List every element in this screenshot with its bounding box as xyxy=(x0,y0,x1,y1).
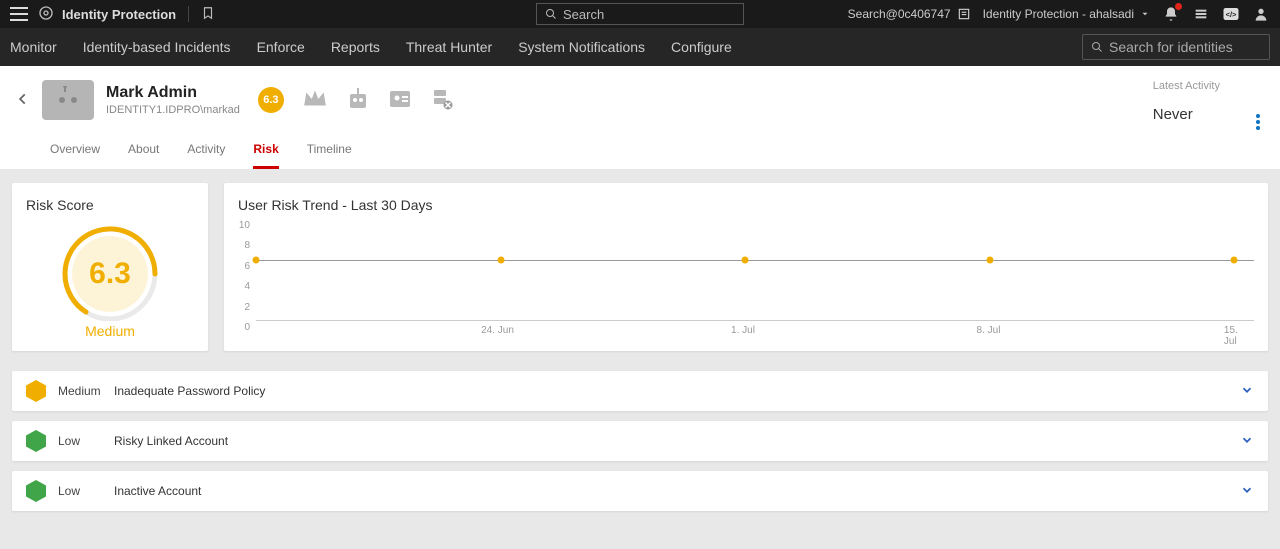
risk-severity: Low xyxy=(58,484,114,498)
workspace-dropdown[interactable]: Identity Protection - ahalsadi xyxy=(983,7,1150,21)
tab-activity[interactable]: Activity xyxy=(187,142,225,169)
severity-hex-icon xyxy=(26,480,46,502)
nav-sys-notif[interactable]: System Notifications xyxy=(518,39,645,55)
risk-name: Inactive Account xyxy=(114,484,201,498)
profile-tabs: Overview About Activity Risk Timeline xyxy=(16,142,1264,169)
menu-icon[interactable] xyxy=(10,7,28,21)
trend-point xyxy=(742,257,749,264)
profile-badges: 6.3 xyxy=(258,87,454,113)
global-search-wrap: Search xyxy=(536,3,744,25)
workspace-label: Identity Protection - ahalsadi xyxy=(983,7,1134,21)
dev-icon[interactable]: </> xyxy=(1222,5,1240,23)
nav-monitor[interactable]: Monitor xyxy=(10,39,57,55)
risk-row[interactable]: LowRisky Linked Account xyxy=(12,421,1268,461)
profile-header: Mark Admin IDENTITY1.IDPRO\markad 6.3 La… xyxy=(0,66,1280,169)
identity-search[interactable]: Search for identities xyxy=(1082,34,1270,60)
severity-hex-icon xyxy=(26,380,46,402)
tab-overview[interactable]: Overview xyxy=(50,142,100,169)
x-tick: 8. Jul xyxy=(977,325,1001,336)
risk-score-gauge: 6.3 xyxy=(55,219,165,321)
severity-hex-icon xyxy=(26,430,46,452)
global-topbar: Identity Protection Search Search@0c4067… xyxy=(0,0,1280,28)
nav-threat-hunter[interactable]: Threat Hunter xyxy=(406,39,492,55)
content-area: Risk Score 6.3 Medium User Risk Trend - … xyxy=(0,169,1280,525)
id-card-icon xyxy=(388,89,412,112)
risk-name: Inadequate Password Policy xyxy=(114,384,265,398)
tab-timeline[interactable]: Timeline xyxy=(307,142,352,169)
user-name: Mark Admin xyxy=(106,84,240,102)
y-tick: 10 xyxy=(230,220,250,231)
risk-trend-card: User Risk Trend - Last 30 Days 10 8 6 4 2 0 2… xyxy=(224,183,1268,351)
risk-trend-chart: 1086420 24. Jun1. Jul8. Jul15. Jul xyxy=(252,225,1254,333)
risk-score-card: Risk Score 6.3 Medium xyxy=(12,183,208,351)
chevron-down-icon xyxy=(1140,9,1150,19)
list-icon xyxy=(957,7,971,21)
divider xyxy=(188,6,189,22)
queue-icon[interactable] xyxy=(1192,5,1210,23)
x-tick: 15. Jul xyxy=(1224,325,1244,347)
back-button[interactable] xyxy=(16,92,30,109)
tab-about[interactable]: About xyxy=(128,142,159,169)
trend-point xyxy=(986,257,993,264)
search-user-pill[interactable]: Search@0c406747 xyxy=(848,7,971,21)
risk-severity: Low xyxy=(58,434,114,448)
risk-severity: Medium xyxy=(58,384,114,398)
more-actions-button[interactable] xyxy=(1256,114,1260,133)
search-user-label: Search@0c406747 xyxy=(848,7,951,21)
nav-configure[interactable]: Configure xyxy=(671,39,732,55)
nav-reports[interactable]: Reports xyxy=(331,39,380,55)
chevron-down-icon xyxy=(1240,483,1254,500)
brand-title: Identity Protection xyxy=(62,7,176,22)
avatar xyxy=(42,80,94,120)
search-icon xyxy=(1091,41,1103,53)
brand-icon xyxy=(38,5,54,24)
y-tick: 6 xyxy=(230,261,250,272)
chevron-down-icon xyxy=(1240,383,1254,400)
tab-risk[interactable]: Risk xyxy=(253,142,278,169)
identity-search-placeholder: Search for identities xyxy=(1109,39,1233,55)
search-placeholder: Search xyxy=(563,7,604,22)
robot-icon xyxy=(346,88,370,113)
trend-point xyxy=(497,257,504,264)
notification-dot xyxy=(1175,3,1182,10)
y-tick: 0 xyxy=(230,322,250,333)
topbar-right: Search@0c406747 Identity Protection - ah… xyxy=(848,5,1270,23)
x-tick: 1. Jul xyxy=(731,325,755,336)
svg-text:</>: </> xyxy=(1226,10,1237,19)
latest-activity-value: Never xyxy=(1153,106,1220,123)
risk-score-level: Medium xyxy=(85,323,135,339)
risk-list: MediumInadequate Password PolicyLowRisky… xyxy=(12,371,1268,511)
y-tick: 4 xyxy=(230,281,250,292)
trend-line xyxy=(256,260,1254,261)
risk-trend-title: User Risk Trend - Last 30 Days xyxy=(238,197,1254,213)
notifications-button[interactable] xyxy=(1162,5,1180,23)
latest-activity-label: Latest Activity xyxy=(1153,80,1220,92)
y-tick: 2 xyxy=(230,302,250,313)
chevron-down-icon xyxy=(1240,433,1254,450)
global-search[interactable]: Search xyxy=(536,3,744,25)
user-path: IDENTITY1.IDPRO\markad xyxy=(106,104,240,116)
x-tick: 24. Jun xyxy=(481,325,514,336)
bookmark-icon[interactable] xyxy=(201,6,215,23)
risk-name: Risky Linked Account xyxy=(114,434,228,448)
nav-enforce[interactable]: Enforce xyxy=(257,39,305,55)
y-tick: 8 xyxy=(230,240,250,251)
nav-incidents[interactable]: Identity-based Incidents xyxy=(83,39,231,55)
trend-point xyxy=(1231,257,1238,264)
risk-row[interactable]: MediumInadequate Password Policy xyxy=(12,371,1268,411)
server-disabled-icon xyxy=(430,88,454,113)
risk-row[interactable]: LowInactive Account xyxy=(12,471,1268,511)
main-nav: Monitor Identity-based Incidents Enforce… xyxy=(0,28,1280,66)
risk-score-title: Risk Score xyxy=(26,197,194,213)
risk-score-value: 6.3 xyxy=(55,257,165,291)
crown-icon xyxy=(302,88,328,113)
latest-activity: Latest Activity Never xyxy=(1153,80,1220,123)
user-icon[interactable] xyxy=(1252,5,1270,23)
score-badge: 6.3 xyxy=(258,87,284,113)
trend-point xyxy=(253,257,260,264)
search-icon xyxy=(545,8,557,20)
